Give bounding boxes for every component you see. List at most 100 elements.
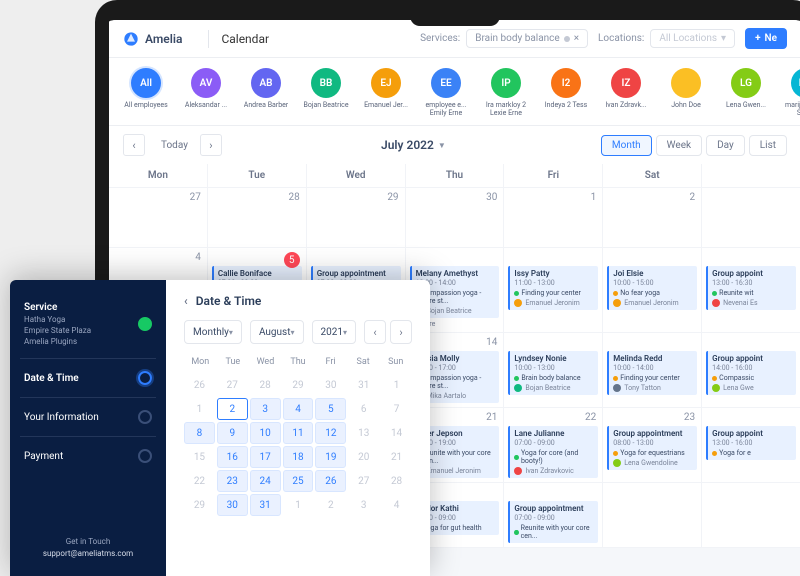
employee-avatar[interactable]: EJEmanuel Jer... (363, 68, 409, 117)
booking-overlay: ServiceHatha YogaEmpire State PlazaAmeli… (10, 280, 430, 576)
calendar-cell[interactable]: Lyndsey Nonie10:00 - 13:00Brain body bal… (504, 333, 603, 408)
employee-avatar[interactable]: ABAndrea Barber (243, 68, 289, 117)
view-day[interactable]: Day (706, 135, 745, 156)
back-icon[interactable]: ‹ (184, 294, 188, 308)
mini-day[interactable]: 8 (184, 422, 215, 444)
calendar-cell[interactable] (702, 188, 800, 248)
mini-day[interactable]: 18 (283, 446, 314, 468)
appointment[interactable]: Issy Patty11:00 - 13:00Finding your cent… (508, 266, 598, 310)
month-label[interactable]: July 2022▼ (381, 138, 446, 152)
day-number: 21 (486, 412, 497, 423)
appointment[interactable]: Joi Elsie10:00 - 15:00No fear yogaEmanue… (607, 266, 697, 310)
mini-day[interactable]: 9 (217, 422, 248, 444)
employee-avatar[interactable]: IZIvan Zdravk... (603, 68, 649, 117)
appointment[interactable]: Group appointment07:00 - 09:00Reunite wi… (508, 501, 598, 543)
appointment[interactable]: Group appoint14:00 - 16:00CompassicLena … (706, 351, 796, 395)
picker-next[interactable]: › (390, 320, 412, 344)
appointment[interactable]: Lane Julianne07:00 - 09:00Yoga for core … (508, 426, 598, 478)
new-button[interactable]: ++ NeNe (745, 28, 787, 49)
appointment[interactable]: Melinda Redd10:00 - 14:00Finding your ce… (607, 351, 697, 395)
calendar-cell[interactable]: 23Group appointment08:00 - 13:00Yoga for… (603, 408, 702, 483)
mini-day[interactable]: 11 (283, 422, 314, 444)
calendar-cell[interactable]: 2 (603, 188, 702, 248)
mini-day[interactable]: 19 (315, 446, 346, 468)
calendar-cell[interactable]: 28 (208, 188, 307, 248)
mini-day: 1 (283, 494, 314, 516)
mini-day: 31 (348, 374, 379, 396)
calendar-cell[interactable]: Group appoint13:00 - 16:30Reunite witNev… (702, 248, 800, 333)
calendar-cell[interactable]: Melinda Redd10:00 - 14:00Finding your ce… (603, 333, 702, 408)
mini-day[interactable]: 30 (217, 494, 248, 516)
mini-day: 20 (348, 446, 379, 468)
employee-avatar[interactable]: AllAll employees (123, 68, 169, 117)
calendar-cell[interactable]: Group appoint14:00 - 16:00CompassicLena … (702, 333, 800, 408)
appointment[interactable]: Lyndsey Nonie10:00 - 13:00Brain body bal… (508, 351, 598, 395)
employee-avatar[interactable]: BBBojan Beatrice (303, 68, 349, 117)
mini-day[interactable]: 26 (315, 470, 346, 492)
step-label: Service (24, 302, 91, 313)
employee-avatar[interactable]: LGLena Gwen... (723, 68, 769, 117)
mini-day: 30 (315, 374, 346, 396)
appointment[interactable]: Group appoint13:00 - 16:00Yoga for e (706, 426, 796, 460)
today-button[interactable]: Today (153, 136, 196, 155)
employee-avatar[interactable]: M3marija 3 Mike Sober (783, 68, 800, 117)
employee-avatar[interactable]: John Doe (663, 68, 709, 117)
calendar-cell[interactable]: 22Lane Julianne07:00 - 09:00Yoga for cor… (504, 408, 603, 483)
avatar-name: marija 3 Mike Sober (783, 101, 800, 117)
step-indicator-icon (138, 317, 152, 331)
view-month[interactable]: Month (601, 135, 652, 156)
frequency-select[interactable]: Monthly▾ (184, 320, 242, 344)
booking-step[interactable]: Your Information (24, 404, 152, 430)
mini-day[interactable]: 2 (217, 398, 248, 420)
calendar-cell[interactable]: 27 (109, 188, 208, 248)
mini-day: 1 (184, 398, 215, 420)
calendar-cell[interactable]: Issy Patty11:00 - 13:00Finding your cent… (504, 248, 603, 333)
month-select[interactable]: August▾ (250, 320, 304, 344)
calendar-cell[interactable]: 1 (504, 188, 603, 248)
calendar-cell[interactable] (603, 483, 702, 548)
mini-day[interactable]: 17 (250, 446, 281, 468)
next-button[interactable]: › (200, 134, 222, 156)
view-switcher: MonthWeekDayList (601, 135, 787, 156)
calendar-cell[interactable]: 29 (307, 188, 406, 248)
employee-avatar[interactable]: EEemployee e... Emily Erne (423, 68, 469, 117)
year-select[interactable]: 2021▾ (312, 320, 357, 344)
mini-day[interactable]: 31 (250, 494, 281, 516)
avatar-circle (671, 68, 701, 98)
picker-prev[interactable]: ‹ (364, 320, 386, 344)
day-number: 5 (284, 252, 300, 268)
calendar-cell[interactable]: Joi Elsie10:00 - 15:00No fear yogaEmanue… (603, 248, 702, 333)
mini-day[interactable]: 24 (250, 470, 281, 492)
calendar-cell[interactable] (702, 483, 800, 548)
appointment[interactable]: Group appointment08:00 - 13:00Yoga for e… (607, 426, 697, 470)
view-week[interactable]: Week (656, 135, 702, 156)
employee-avatar[interactable]: IPIra markloy 2 Lexie Erne (483, 68, 529, 117)
booking-step[interactable]: Payment (24, 443, 152, 469)
step-label: Your Information (24, 412, 99, 423)
mini-day[interactable]: 16 (217, 446, 248, 468)
avatar-circle: EJ (371, 68, 401, 98)
employee-avatar[interactable]: I2Indeya 2 Tess (543, 68, 589, 117)
avatar-name: Andrea Barber (244, 101, 289, 117)
services-filter[interactable]: Brain body balance× (466, 29, 588, 48)
mini-day[interactable]: 5 (315, 398, 346, 420)
mini-day[interactable]: 25 (283, 470, 314, 492)
booking-step[interactable]: ServiceHatha YogaEmpire State PlazaAmeli… (24, 296, 152, 352)
prev-button[interactable]: ‹ (123, 134, 145, 156)
mini-day[interactable]: 12 (315, 422, 346, 444)
mini-day[interactable]: 23 (217, 470, 248, 492)
calendar-cell[interactable]: 30 (406, 188, 505, 248)
locations-filter[interactable]: All Locations▾ (650, 29, 735, 48)
contact-email[interactable]: support@ameliatms.com (24, 548, 152, 560)
mini-day[interactable]: 4 (283, 398, 314, 420)
appointment[interactable]: Group appoint13:00 - 16:30Reunite witNev… (706, 266, 796, 310)
mini-day: 3 (348, 494, 379, 516)
mini-day[interactable]: 10 (250, 422, 281, 444)
calendar-cell[interactable]: Group appointment07:00 - 09:00Reunite wi… (504, 483, 603, 548)
calendar-cell[interactable]: Group appoint13:00 - 16:00Yoga for e (702, 408, 800, 483)
view-list[interactable]: List (749, 135, 787, 156)
employee-avatar[interactable]: AVAleksandar ... (183, 68, 229, 117)
booking-step[interactable]: Date & Time (24, 365, 152, 391)
mini-day[interactable]: 3 (250, 398, 281, 420)
avatar-name: Bojan Beatrice (303, 101, 348, 117)
